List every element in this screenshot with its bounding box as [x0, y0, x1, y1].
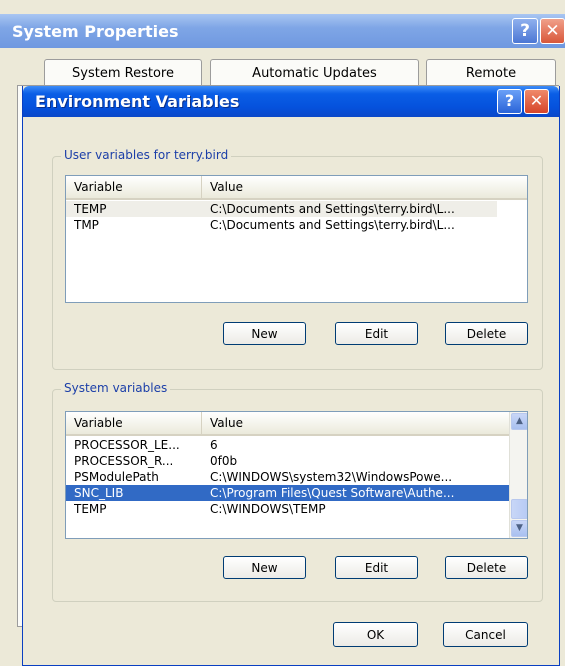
table-row[interactable]: PROCESSOR_LE... 6	[66, 437, 509, 453]
column-header-variable[interactable]: Variable	[66, 176, 202, 198]
variable-name: TEMP	[74, 202, 107, 216]
system-delete-button[interactable]: Delete	[445, 556, 528, 579]
ok-button[interactable]: OK	[333, 622, 418, 647]
table-row-selected[interactable]: SNC_LIB C:\Program Files\Quest Software\…	[66, 485, 509, 501]
table-row[interactable]: TEMP C:\WINDOWS\TEMP	[66, 501, 509, 517]
system-edit-button[interactable]: Edit	[335, 556, 418, 579]
variable-value: C:\WINDOWS\TEMP	[210, 502, 326, 516]
tab-system-restore[interactable]: System Restore	[44, 59, 202, 86]
help-icon[interactable]: ?	[512, 18, 538, 44]
variable-name: TMP	[74, 218, 99, 232]
list-header: Variable Value	[66, 412, 510, 436]
system-new-button[interactable]: New	[223, 556, 306, 579]
user-variables-list[interactable]: Variable Value TEMP C:\Documents and Set…	[65, 175, 528, 303]
scrollbar-thumb[interactable]	[511, 499, 527, 519]
system-properties-title: System Properties	[12, 22, 179, 41]
system-variables-label: System variables	[61, 381, 171, 395]
user-edit-button[interactable]: Edit	[335, 322, 418, 345]
close-icon[interactable]: ✕	[524, 89, 549, 114]
scroll-down-arrow-icon[interactable]: ▼	[511, 520, 527, 537]
column-header-value[interactable]: Value	[202, 176, 527, 198]
table-row[interactable]: PROCESSOR_R... 0f0b	[66, 453, 509, 469]
user-variables-group: User variables for terry.bird Variable V…	[52, 148, 543, 370]
tab-automatic-updates[interactable]: Automatic Updates	[210, 59, 419, 86]
variable-value: C:\Documents and Settings\terry.bird\L..…	[210, 218, 455, 232]
user-variables-label: User variables for terry.bird	[61, 148, 232, 162]
user-new-button[interactable]: New	[223, 322, 306, 345]
table-row[interactable]: TMP C:\Documents and Settings\terry.bird…	[66, 217, 497, 233]
user-delete-button[interactable]: Delete	[445, 322, 528, 345]
system-variables-list[interactable]: Variable Value PROCESSOR_LE... 6 PROCESS…	[65, 411, 528, 539]
variable-name: PROCESSOR_LE...	[74, 438, 180, 452]
column-header-variable[interactable]: Variable	[66, 412, 202, 434]
variable-name: TEMP	[74, 502, 107, 516]
close-icon[interactable]: ✕	[540, 18, 565, 44]
cancel-button[interactable]: Cancel	[443, 622, 528, 647]
variable-value: C:\WINDOWS\system32\WindowsPowe...	[210, 470, 453, 484]
environment-variables-title-bar[interactable]: Environment Variables ? ✕	[23, 86, 559, 117]
table-row[interactable]: PSModulePath C:\WINDOWS\system32\Windows…	[66, 469, 509, 485]
variable-name: PSModulePath	[74, 470, 159, 484]
variable-name: PROCESSOR_R...	[74, 454, 174, 468]
environment-variables-dialog: Environment Variables ? ✕ User variables…	[22, 86, 560, 666]
variable-value: 6	[210, 438, 218, 452]
tab-remote[interactable]: Remote	[426, 59, 556, 86]
system-variables-scrollbar[interactable]: ▲ ▼	[509, 412, 527, 538]
table-row[interactable]: TEMP C:\Documents and Settings\terry.bir…	[66, 201, 497, 217]
system-variables-group: System variables Variable Value PROCESSO…	[52, 381, 543, 602]
help-icon[interactable]: ?	[497, 89, 522, 114]
variable-value: C:\Documents and Settings\terry.bird\L..…	[210, 202, 455, 216]
variable-value: 0f0b	[210, 454, 238, 468]
scroll-up-arrow-icon[interactable]: ▲	[511, 413, 527, 430]
column-header-value[interactable]: Value	[202, 412, 510, 434]
system-properties-title-bar[interactable]: System Properties ? ✕	[0, 14, 565, 48]
dialog-title: Environment Variables	[35, 92, 240, 111]
variable-value: C:\Program Files\Quest Software\Authe...	[210, 486, 455, 500]
variable-name: SNC_LIB	[74, 486, 124, 500]
list-header: Variable Value	[66, 176, 527, 200]
